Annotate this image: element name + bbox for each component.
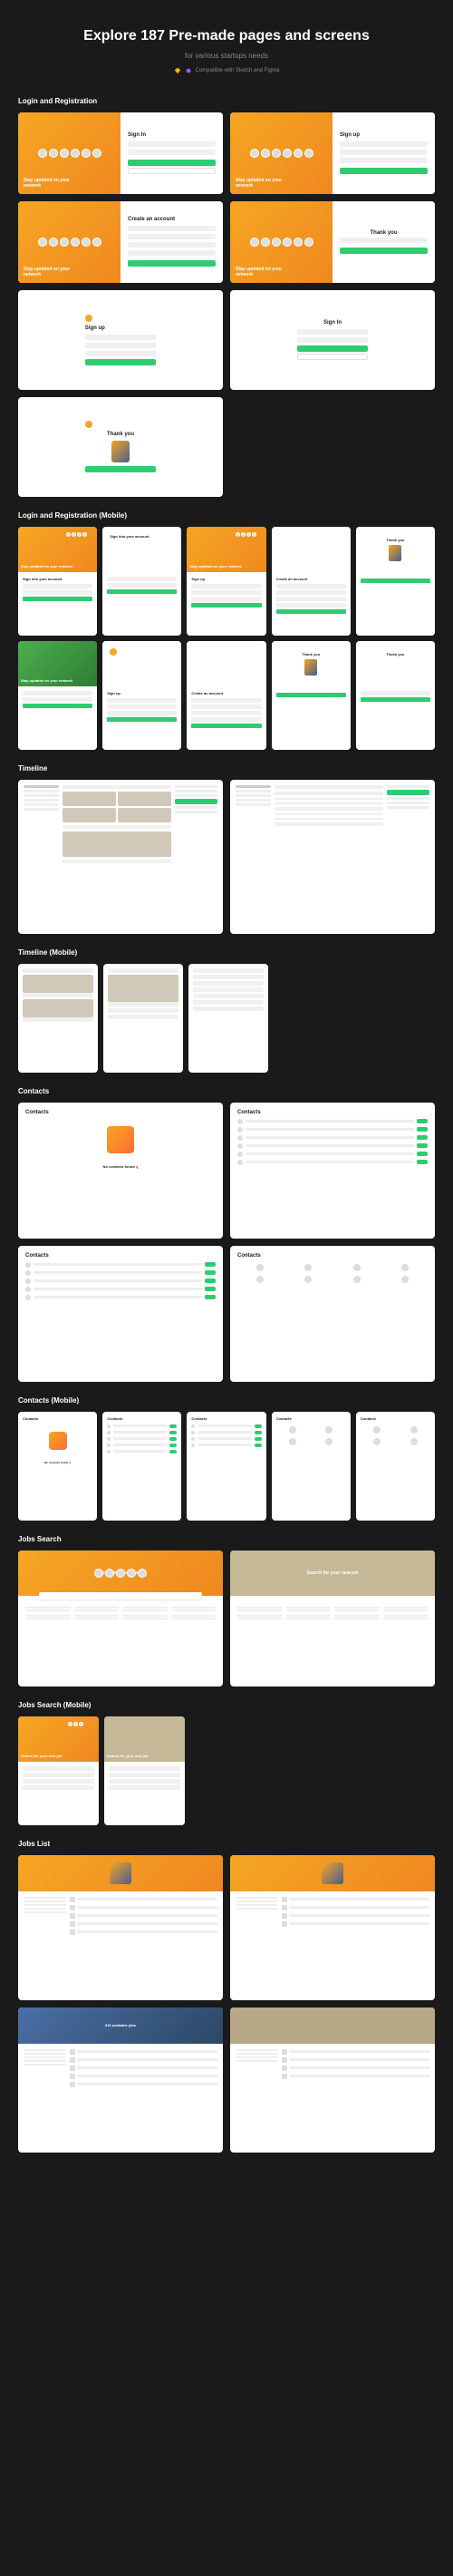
page-title: Explore 187 Pre-made pages and screens xyxy=(18,27,435,46)
section-login: Login and Registration xyxy=(18,97,435,105)
screen-thank-center[interactable]: Thank you xyxy=(18,397,223,497)
m-timeline-3[interactable] xyxy=(188,964,268,1073)
page-subtitle: for various startups needs xyxy=(18,52,435,60)
joblist-4[interactable] xyxy=(230,2007,435,2153)
m-thank-1[interactable]: Thank you xyxy=(356,527,435,636)
joblist-3[interactable]: 916 available jobs xyxy=(18,2007,223,2153)
m-timeline-2[interactable] xyxy=(103,964,183,1073)
screen-signup-split[interactable]: Stay updated on your network Sign up xyxy=(230,112,435,194)
section-jobs-mobile: Jobs Search (Mobile) xyxy=(18,1701,435,1709)
section-contacts: Contacts xyxy=(18,1087,435,1095)
m-contacts-grid-1[interactable]: Contacts xyxy=(272,1412,351,1521)
contacts-empty[interactable]: ContactsNo contacts found :( xyxy=(18,1103,223,1239)
compat-row: Compatible with Sketch and Figma xyxy=(18,67,435,74)
m-contacts-list-1[interactable]: Contacts xyxy=(102,1412,181,1521)
screen-signin-center-2[interactable]: Sign In xyxy=(230,290,435,390)
m-contacts-empty[interactable]: ContactsNo contacts found :( xyxy=(18,1412,97,1521)
sketch-icon xyxy=(174,67,181,74)
jobs-1[interactable]: Search for your new job xyxy=(18,1550,223,1687)
m-signin-1[interactable]: Stay updated on your networkSign into yo… xyxy=(18,527,97,636)
screen-create-split[interactable]: Stay updated on your network Create an a… xyxy=(18,201,223,283)
m-contacts-grid-2[interactable]: Contacts xyxy=(356,1412,435,1521)
section-jobs: Jobs Search xyxy=(18,1535,435,1543)
m-signin-2[interactable]: Sign into your account xyxy=(102,527,181,636)
figma-icon xyxy=(185,67,192,74)
m-jobs-2[interactable]: Search for your new job xyxy=(104,1716,185,1825)
contacts-grid[interactable]: Contacts xyxy=(230,1246,435,1382)
screen-signin-center[interactable]: Sign up xyxy=(18,290,223,390)
contacts-list-1[interactable]: Contacts xyxy=(230,1103,435,1239)
compat-text: Compatible with Sketch and Figma xyxy=(196,68,280,73)
timeline-2[interactable] xyxy=(230,780,435,934)
joblist-2[interactable] xyxy=(230,1855,435,2000)
joblist-1[interactable] xyxy=(18,1855,223,2000)
m-create-1[interactable]: Create an account xyxy=(272,527,351,636)
m-timeline-1[interactable] xyxy=(18,964,98,1073)
m-contacts-list-2[interactable]: Contacts xyxy=(187,1412,265,1521)
hero-section: Explore 187 Pre-made pages and screens f… xyxy=(18,27,435,74)
contacts-list-2[interactable]: Contacts xyxy=(18,1246,223,1382)
section-jobs-list: Jobs List xyxy=(18,1840,435,1848)
m-thank-3[interactable]: Thank you xyxy=(356,641,435,750)
screen-signin-split[interactable]: Stay updated on your network Sign In xyxy=(18,112,223,194)
m-signin-3[interactable]: Stay updated on your network xyxy=(18,641,97,750)
m-signup-1[interactable]: Stay updated on your networkSign up xyxy=(187,527,265,636)
m-signup-2[interactable]: Sign up xyxy=(102,641,181,750)
section-timeline-mobile: Timeline (Mobile) xyxy=(18,948,435,957)
m-thank-2[interactable]: Thank you xyxy=(272,641,351,750)
m-create-2[interactable]: Create an account xyxy=(187,641,265,750)
jobs-2[interactable]: Search for your new job xyxy=(230,1550,435,1687)
timeline-1[interactable] xyxy=(18,780,223,934)
section-login-mobile: Login and Registration (Mobile) xyxy=(18,511,435,520)
section-contacts-mobile: Contacts (Mobile) xyxy=(18,1396,435,1405)
screen-thank-split[interactable]: Stay updated on your network Thank you xyxy=(230,201,435,283)
m-jobs-1[interactable]: Search for your new job xyxy=(18,1716,99,1825)
section-timeline: Timeline xyxy=(18,764,435,773)
